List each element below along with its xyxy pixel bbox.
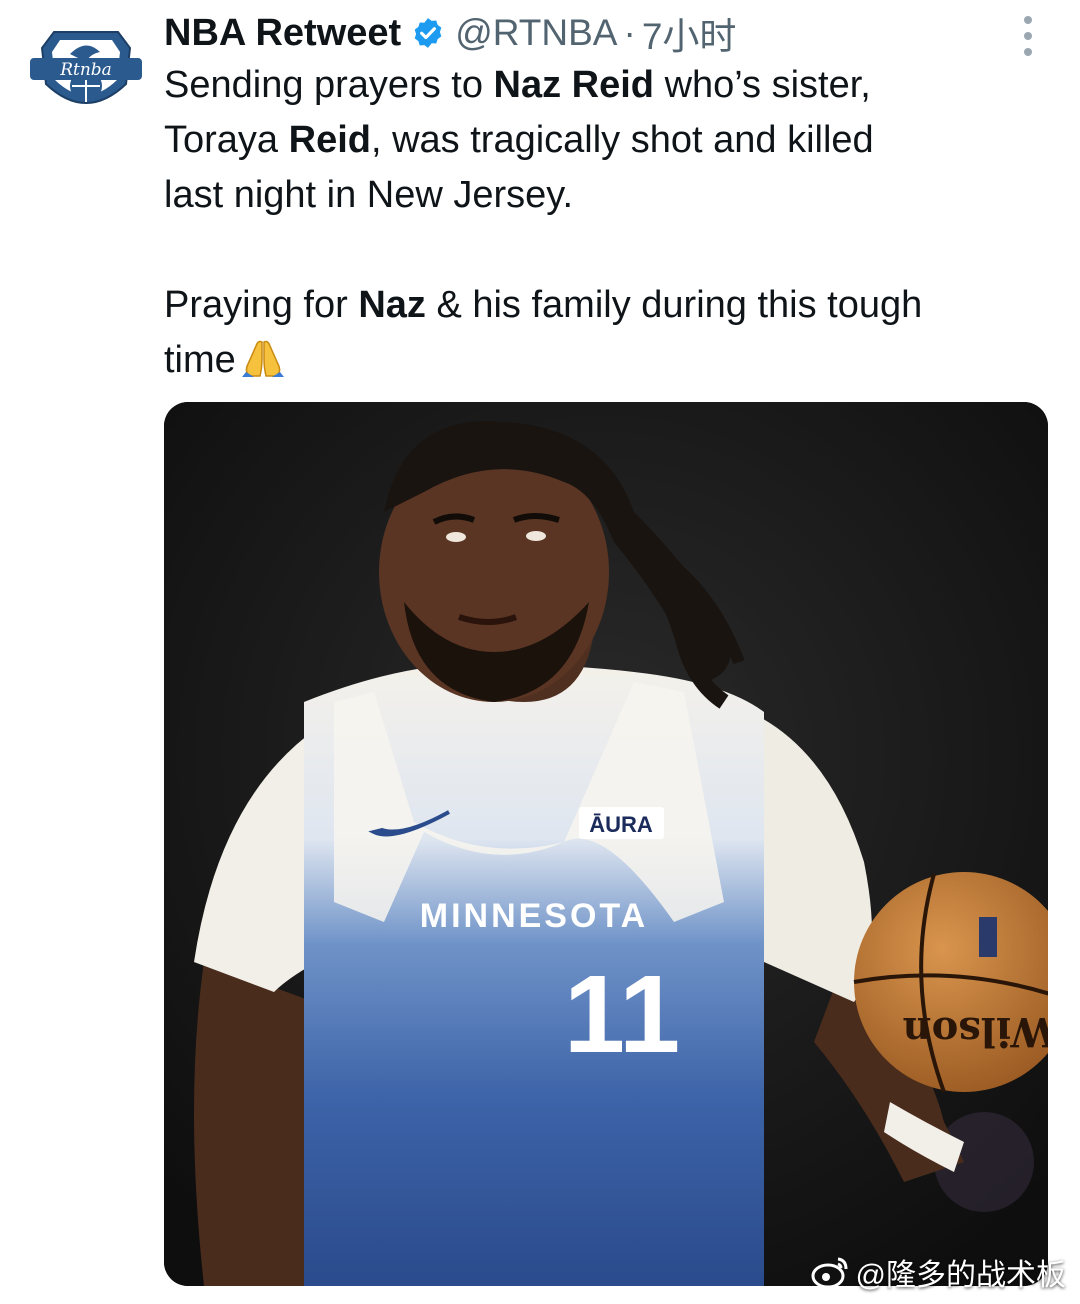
user-handle[interactable]: @RTNBA	[455, 12, 617, 54]
player-photo: ĀURA MINNESOTA 11 Wilson	[164, 402, 1048, 1286]
jersey-sponsor: ĀURA	[589, 812, 653, 837]
watermark: @隆多的战术板	[810, 1250, 1066, 1294]
jersey-number: 11	[564, 953, 680, 1076]
rtnba-logo-icon: Rtnba	[30, 31, 142, 104]
tweet-media-photo[interactable]: ĀURA MINNESOTA 11 Wilson	[164, 402, 1048, 1286]
verified-badge-icon	[411, 16, 445, 50]
tweet-line: Toraya Reid, was tragically shot and kil…	[164, 119, 874, 161]
tweet-line: Sending prayers to Naz Reid who’s sister…	[164, 64, 871, 106]
jersey-team: MINNESOTA	[420, 897, 648, 935]
ball-brand: Wilson	[903, 1008, 1048, 1055]
separator-dot: ·	[623, 12, 636, 53]
tweet-line: last night in New Jersey.	[164, 174, 574, 216]
more-vertical-icon[interactable]	[1016, 16, 1040, 56]
folded-hands-emoji-icon	[240, 338, 286, 378]
svg-text:Rtnba: Rtnba	[59, 60, 112, 80]
timestamp[interactable]: 7小时	[642, 6, 737, 60]
tweet-text: Sending prayers to Naz Reid who’s sister…	[164, 58, 1044, 388]
watermark-text: @隆多的战术板	[855, 1259, 1066, 1292]
weibo-icon	[811, 1257, 848, 1289]
tweet-card: Rtnba NBA Retweet @RTNBA · 7小时 Sending p…	[0, 0, 1080, 1304]
tweet-line: Praying for Naz & his family during this…	[164, 284, 923, 326]
tweet-line: time	[164, 333, 1044, 388]
avatar[interactable]: Rtnba	[30, 18, 142, 118]
mention-naz-reid: Naz Reid	[493, 64, 655, 106]
display-name[interactable]: NBA Retweet	[164, 12, 401, 55]
tweet-header: NBA Retweet @RTNBA · 7小时	[164, 10, 1000, 58]
